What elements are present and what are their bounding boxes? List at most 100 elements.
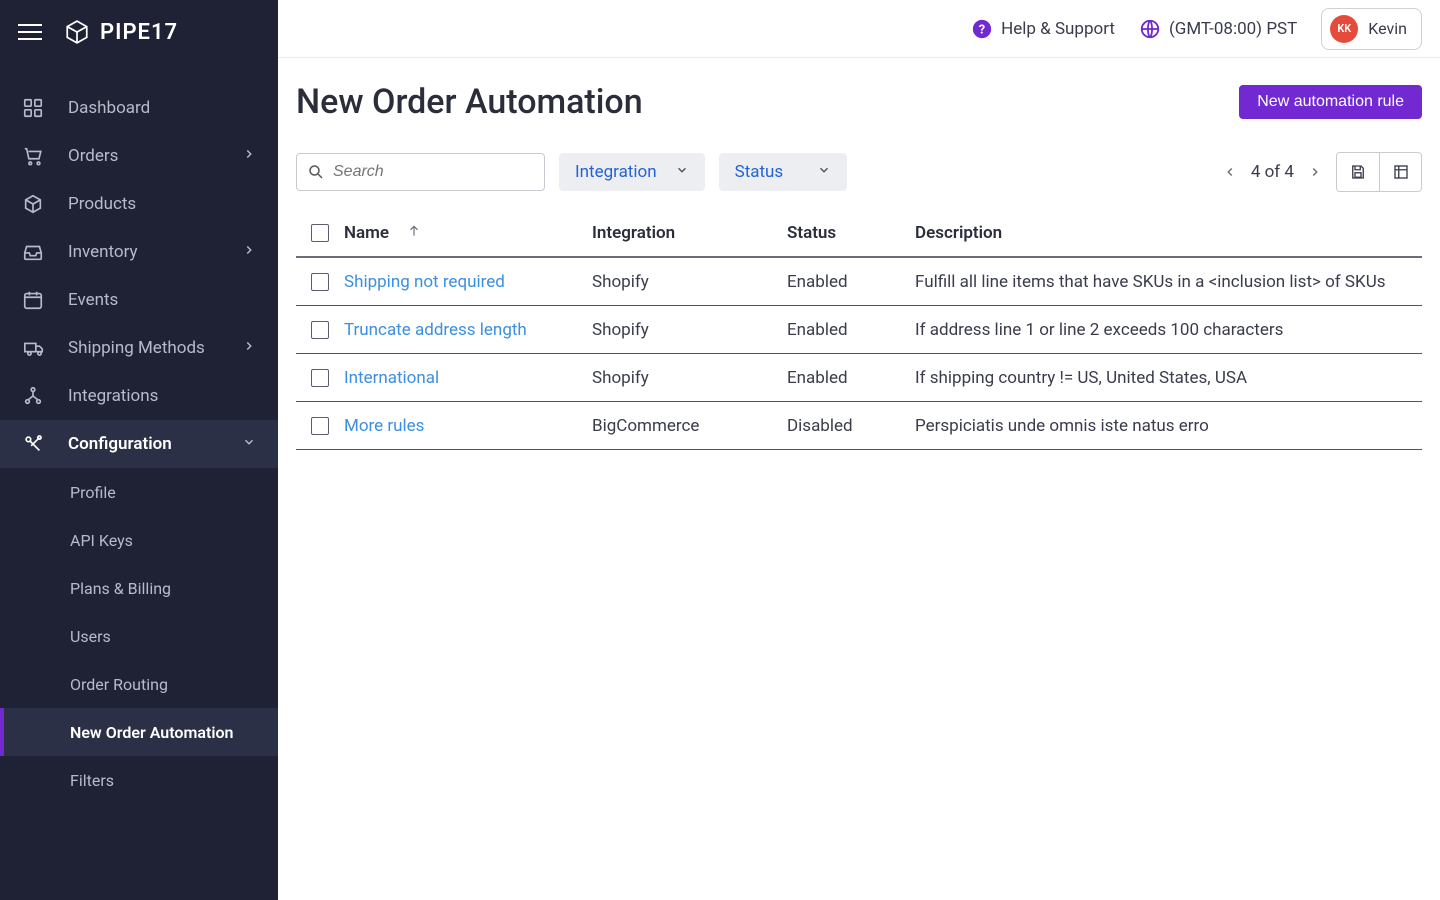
column-label: Integration xyxy=(592,223,675,243)
globe-icon xyxy=(1139,18,1161,40)
subnav-label: Users xyxy=(70,627,111,646)
dashboard-icon xyxy=(22,97,48,119)
select-all-cell xyxy=(296,224,344,242)
rule-link[interactable]: International xyxy=(344,368,439,388)
sort-asc-icon xyxy=(407,223,421,244)
sidebar-item-orders[interactable]: Orders xyxy=(0,132,278,180)
sidebar-item-label: Inventory xyxy=(68,242,138,262)
sidebar-item-label: Dashboard xyxy=(68,98,150,118)
cell-description: Perspiciatis unde omnis iste natus erro xyxy=(915,416,1422,436)
sidebar-item-label: Configuration xyxy=(68,434,172,454)
search-box[interactable] xyxy=(296,153,545,191)
topbar: ? Help & Support (GMT-08:00) PST KK Kevi… xyxy=(278,0,1440,58)
sidebar-item-configuration[interactable]: Configuration xyxy=(0,420,278,468)
subnav-label: Order Routing xyxy=(70,675,168,694)
column-label: Status xyxy=(787,223,836,243)
cell-integration: BigCommerce xyxy=(592,416,787,436)
row-checkbox[interactable] xyxy=(311,369,329,387)
pager-prev[interactable] xyxy=(1223,165,1237,179)
row-check-cell xyxy=(296,369,344,387)
subnav-filters[interactable]: Filters xyxy=(0,756,278,804)
network-icon xyxy=(22,385,48,407)
menu-toggle-icon[interactable] xyxy=(18,24,42,40)
row-check-cell xyxy=(296,273,344,291)
sidebar: PIPE17 Dashboard Orders xyxy=(0,0,278,900)
timezone-label: (GMT-08:00) PST xyxy=(1169,19,1297,39)
row-checkbox[interactable] xyxy=(311,417,329,435)
sidebar-item-inventory[interactable]: Inventory xyxy=(0,228,278,276)
toolbar: Integration Status 4 of 4 xyxy=(296,152,1422,192)
user-name: Kevin xyxy=(1368,19,1407,38)
sidebar-item-products[interactable]: Products xyxy=(0,180,278,228)
chevron-right-icon xyxy=(242,338,256,358)
cell-description: Fulfill all line items that have SKUs in… xyxy=(915,272,1422,292)
sidebar-item-dashboard[interactable]: Dashboard xyxy=(0,84,278,132)
subnav-label: Plans & Billing xyxy=(70,579,171,598)
rule-link[interactable]: Truncate address length xyxy=(344,320,527,340)
timezone-selector[interactable]: (GMT-08:00) PST xyxy=(1139,18,1297,40)
subnav-api-keys[interactable]: API Keys xyxy=(0,516,278,564)
save-icon xyxy=(1349,163,1367,181)
brand-logo[interactable]: PIPE17 xyxy=(64,19,178,45)
avatar: KK xyxy=(1330,15,1358,43)
subnav-label: API Keys xyxy=(70,531,133,550)
subnav-plans-billing[interactable]: Plans & Billing xyxy=(0,564,278,612)
sidebar-item-shipping-methods[interactable]: Shipping Methods xyxy=(0,324,278,372)
rule-link[interactable]: Shipping not required xyxy=(344,272,505,292)
cell-status: Enabled xyxy=(787,272,915,292)
row-checkbox[interactable] xyxy=(311,321,329,339)
pager-label: 4 of 4 xyxy=(1251,162,1294,182)
subnav-profile[interactable]: Profile xyxy=(0,468,278,516)
sidebar-item-integrations[interactable]: Integrations xyxy=(0,372,278,420)
new-automation-rule-button[interactable]: New automation rule xyxy=(1239,85,1422,119)
row-check-cell xyxy=(296,321,344,339)
main: ? Help & Support (GMT-08:00) PST KK Kevi… xyxy=(278,0,1440,900)
sidebar-item-events[interactable]: Events xyxy=(0,276,278,324)
svg-text:?: ? xyxy=(979,22,985,37)
rule-link[interactable]: More rules xyxy=(344,416,424,436)
filter-label: Status xyxy=(735,162,784,182)
subnav-order-routing[interactable]: Order Routing xyxy=(0,660,278,708)
pager-next[interactable] xyxy=(1308,165,1322,179)
subnav-label: Filters xyxy=(70,771,114,790)
chevron-right-icon xyxy=(242,146,256,166)
subnav-label: New Order Automation xyxy=(70,723,233,742)
search-input[interactable] xyxy=(333,163,534,181)
column-label: Description xyxy=(915,223,1002,243)
package-icon xyxy=(22,193,48,215)
sidebar-subnav: Profile API Keys Plans & Billing Users O… xyxy=(0,468,278,804)
subnav-users[interactable]: Users xyxy=(0,612,278,660)
cell-description: If shipping country != US, United States… xyxy=(915,368,1422,388)
filter-integration[interactable]: Integration xyxy=(559,153,705,191)
sidebar-item-label: Orders xyxy=(68,146,118,166)
cart-icon xyxy=(22,145,48,167)
row-checkbox[interactable] xyxy=(311,273,329,291)
column-name[interactable]: Name xyxy=(344,223,592,244)
column-description[interactable]: Description xyxy=(915,223,1422,243)
table-row: More rules BigCommerce Disabled Perspici… xyxy=(296,402,1422,450)
brand-name: PIPE17 xyxy=(100,20,178,45)
select-all-checkbox[interactable] xyxy=(311,224,329,242)
column-status[interactable]: Status xyxy=(787,223,915,243)
filter-status[interactable]: Status xyxy=(719,153,847,191)
page-title: New Order Automation xyxy=(296,82,643,122)
subnav-new-order-automation[interactable]: New Order Automation xyxy=(0,708,278,756)
cell-status: Enabled xyxy=(787,320,915,340)
calendar-icon xyxy=(22,289,48,311)
columns-view-button[interactable] xyxy=(1379,153,1421,191)
column-integration[interactable]: Integration xyxy=(592,223,787,243)
chevron-down-icon xyxy=(817,162,831,182)
help-support-link[interactable]: ? Help & Support xyxy=(971,18,1115,40)
tools-icon xyxy=(22,433,48,455)
truck-icon xyxy=(22,337,48,359)
columns-icon xyxy=(1392,163,1410,181)
column-label: Name xyxy=(344,223,389,243)
table-row: International Shopify Enabled If shippin… xyxy=(296,354,1422,402)
table-header: Name Integration Status Description xyxy=(296,210,1422,258)
cell-status: Disabled xyxy=(787,416,915,436)
automation-table: Name Integration Status Description Ship… xyxy=(296,210,1422,450)
chevron-right-icon xyxy=(242,242,256,262)
cell-integration: Shopify xyxy=(592,320,787,340)
save-view-button[interactable] xyxy=(1337,153,1379,191)
user-menu[interactable]: KK Kevin xyxy=(1321,8,1422,50)
